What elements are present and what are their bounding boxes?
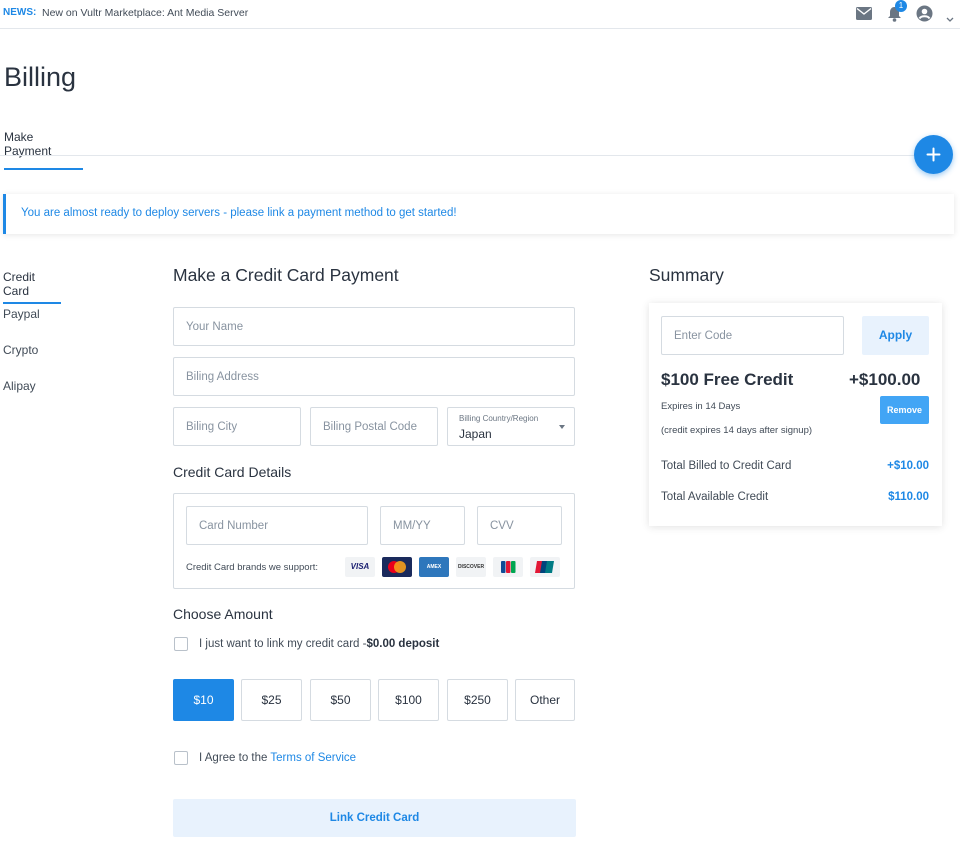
card-number-input[interactable] bbox=[187, 507, 367, 544]
unionpay-logo bbox=[530, 557, 560, 577]
available-credit-label: Total Available Credit bbox=[661, 491, 769, 503]
tab-make-payment[interactable]: Make Payment bbox=[4, 130, 83, 170]
card-number-field[interactable] bbox=[186, 506, 368, 545]
credit-expires: Expires in 14 Days bbox=[661, 401, 741, 412]
amount-50-button[interactable]: $50 bbox=[310, 679, 371, 721]
summary-title: Summary bbox=[649, 265, 724, 285]
info-notice: You are almost ready to deploy servers -… bbox=[3, 194, 954, 234]
amount-100-button[interactable]: $100 bbox=[378, 679, 439, 721]
terms-of-service-link[interactable]: Terms of Service bbox=[270, 752, 356, 764]
agree-terms-label: I Agree to the Terms of Service bbox=[199, 752, 356, 764]
name-field[interactable] bbox=[173, 307, 575, 346]
jcb-logo bbox=[493, 557, 523, 577]
mastercard-logo bbox=[382, 557, 412, 577]
amount-250-button[interactable]: $250 bbox=[447, 679, 508, 721]
top-bar: NEWS: New on Vultr Marketplace: Ant Medi… bbox=[0, 0, 960, 29]
link-only-deposit: $0.00 deposit bbox=[366, 638, 440, 650]
city-input[interactable] bbox=[174, 408, 300, 445]
account-icon[interactable] bbox=[916, 5, 933, 27]
amount-other-button[interactable]: Other bbox=[515, 679, 575, 721]
link-credit-card-button[interactable]: Link Credit Card bbox=[173, 799, 576, 837]
brands-label: Credit Card brands we support: bbox=[186, 562, 319, 573]
news-link[interactable]: New on Vultr Marketplace: Ant Media Serv… bbox=[42, 7, 248, 19]
sidebar-item-credit-card[interactable]: Credit Card bbox=[3, 270, 61, 304]
country-select-label: Billing Country/Region bbox=[459, 414, 539, 423]
billed-value: +$10.00 bbox=[887, 460, 929, 472]
credit-amount: +$100.00 bbox=[849, 370, 921, 389]
add-button[interactable] bbox=[914, 135, 953, 174]
tabs-divider bbox=[0, 155, 915, 156]
plus-icon bbox=[926, 147, 941, 162]
link-only-checkbox[interactable] bbox=[174, 637, 188, 651]
amount-25-button[interactable]: $25 bbox=[241, 679, 302, 721]
country-select-value: Japan bbox=[459, 427, 492, 441]
notice-text: You are almost ready to deploy servers -… bbox=[21, 207, 457, 219]
sidebar-item-paypal[interactable]: Paypal bbox=[3, 307, 40, 321]
chevron-down-icon[interactable] bbox=[946, 10, 954, 28]
sidebar-item-crypto[interactable]: Crypto bbox=[3, 343, 38, 357]
address-field[interactable] bbox=[173, 357, 575, 396]
credit-title: $100 Free Credit bbox=[661, 370, 794, 389]
cvv-input[interactable] bbox=[478, 507, 561, 544]
expiry-field[interactable] bbox=[380, 506, 465, 545]
postal-code-field[interactable] bbox=[310, 407, 438, 446]
agree-terms-checkbox[interactable] bbox=[174, 751, 188, 765]
amex-logo: AMEX bbox=[419, 557, 449, 577]
remove-button[interactable]: Remove bbox=[880, 396, 929, 424]
link-only-label: I just want to link my credit card -$0.0… bbox=[199, 638, 439, 650]
credit-expires-note: (credit expires 14 days after signup) bbox=[661, 425, 813, 436]
name-input[interactable] bbox=[174, 308, 574, 345]
postal-code-input[interactable] bbox=[311, 408, 437, 445]
apply-button[interactable]: Apply bbox=[862, 316, 929, 355]
address-input[interactable] bbox=[174, 358, 574, 395]
available-credit-value: $110.00 bbox=[888, 491, 929, 503]
amount-10-button[interactable]: $10 bbox=[173, 679, 234, 721]
page-title: Billing bbox=[4, 62, 77, 92]
link-only-text: I just want to link my credit card - bbox=[199, 638, 367, 650]
mail-icon[interactable] bbox=[856, 7, 872, 25]
country-select[interactable]: Billing Country/Region Japan bbox=[447, 407, 575, 446]
news-tag: NEWS: bbox=[3, 7, 37, 18]
billed-label: Total Billed to Credit Card bbox=[661, 460, 792, 472]
form-title: Make a Credit Card Payment bbox=[173, 265, 399, 285]
promo-code-input[interactable] bbox=[662, 317, 843, 354]
sidebar-item-alipay[interactable]: Alipay bbox=[3, 379, 36, 393]
card-details-title: Credit Card Details bbox=[173, 464, 292, 480]
city-field[interactable] bbox=[173, 407, 301, 446]
notification-badge: 1 bbox=[895, 0, 907, 12]
discover-logo: DISCOVER bbox=[456, 557, 486, 577]
expiry-input[interactable] bbox=[381, 507, 464, 544]
choose-amount-title: Choose Amount bbox=[173, 606, 273, 622]
agree-text: I Agree to the bbox=[199, 752, 271, 764]
caret-down-icon bbox=[559, 425, 565, 429]
cvv-field[interactable] bbox=[477, 506, 562, 545]
visa-logo: VISA bbox=[345, 557, 375, 577]
promo-code-field[interactable] bbox=[661, 316, 844, 355]
